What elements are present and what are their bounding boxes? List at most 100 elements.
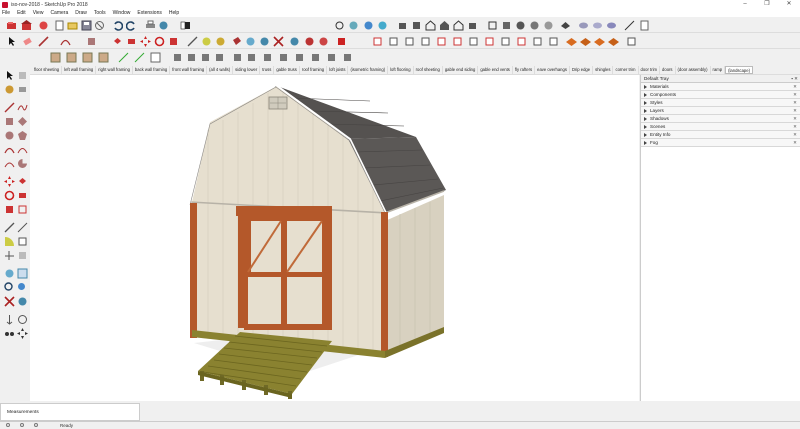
eraser-icon[interactable] xyxy=(22,36,33,47)
layer-icon-1[interactable] xyxy=(50,52,61,63)
zoom-extents-nav-icon[interactable] xyxy=(4,296,15,307)
arc-icon[interactable] xyxy=(60,36,71,47)
rotate-tool-icon[interactable] xyxy=(4,190,15,201)
menu-edit[interactable]: Edit xyxy=(17,10,26,16)
help-icon[interactable] xyxy=(34,423,38,427)
menu-camera[interactable]: Camera xyxy=(50,10,68,16)
view-icon-10[interactable] xyxy=(516,36,527,47)
close-icon[interactable]: ✕ xyxy=(793,115,797,123)
layer-icon-3[interactable] xyxy=(82,52,93,63)
model-info-icon[interactable] xyxy=(158,20,169,31)
arc-tool-icon[interactable] xyxy=(4,144,15,155)
open-icon[interactable] xyxy=(6,20,17,31)
menu-extensions[interactable]: Extensions xyxy=(137,10,161,16)
tray-panel-layers[interactable]: Layers ✕ xyxy=(641,107,800,115)
tape-measure-icon[interactable] xyxy=(201,36,212,47)
tray-panel-fog[interactable]: Fog ✕ xyxy=(641,139,800,147)
view-icon-8[interactable] xyxy=(484,36,495,47)
freehand-icon[interactable] xyxy=(17,102,28,113)
solid-icon-2[interactable] xyxy=(186,52,197,63)
warehouse-icon[interactable] xyxy=(21,20,32,31)
tray-panel-styles[interactable]: Styles ✕ xyxy=(641,99,800,107)
menu-help[interactable]: Help xyxy=(169,10,179,16)
view-icon-12[interactable] xyxy=(548,36,559,47)
scene-tab[interactable]: back wall framing xyxy=(133,66,171,74)
open-folder-icon[interactable] xyxy=(67,20,78,31)
two-point-arc-icon[interactable] xyxy=(17,144,28,155)
scene-tab[interactable]: siding lower xyxy=(233,66,261,74)
protractor-icon[interactable] xyxy=(134,52,145,63)
view-icon-7[interactable] xyxy=(468,36,479,47)
solid-icon-8[interactable] xyxy=(278,52,289,63)
sandbox-icon-5[interactable] xyxy=(626,36,637,47)
close-icon[interactable]: ✕ xyxy=(793,83,797,91)
orbit-nav-icon[interactable] xyxy=(4,268,15,279)
solid-icon-1[interactable] xyxy=(172,52,183,63)
menu-draw[interactable]: Draw xyxy=(75,10,87,16)
monochrome-icon[interactable] xyxy=(578,20,589,31)
view-icon-3[interactable] xyxy=(404,36,415,47)
move-icon[interactable] xyxy=(140,36,151,47)
follow-me-tool-icon[interactable] xyxy=(17,190,28,201)
line-tool-icon[interactable] xyxy=(624,20,635,31)
text-label-icon[interactable] xyxy=(17,236,28,247)
view-icon-5[interactable] xyxy=(436,36,447,47)
scene-tab[interactable]: door trim xyxy=(639,66,661,74)
scene-tab[interactable]: shingles xyxy=(593,66,614,74)
view-icon-2[interactable] xyxy=(388,36,399,47)
line-icon[interactable] xyxy=(4,102,15,113)
select-tool-icon[interactable] xyxy=(4,70,15,81)
view-icon-9[interactable] xyxy=(500,36,511,47)
scene-tab[interactable]: eave overhangs xyxy=(535,66,570,74)
rectangle-icon[interactable] xyxy=(86,36,97,47)
axes-tool-icon[interactable] xyxy=(4,250,15,261)
menu-window[interactable]: Window xyxy=(113,10,131,16)
position-camera-nav-icon[interactable] xyxy=(4,314,15,325)
measurements-box[interactable]: Measurements xyxy=(0,403,140,421)
undo-icon[interactable] xyxy=(112,20,123,31)
pie-icon[interactable] xyxy=(17,158,28,169)
xray-icon[interactable] xyxy=(487,20,498,31)
close-icon[interactable]: ✕ xyxy=(793,107,797,115)
circle-icon[interactable] xyxy=(4,130,15,141)
solid-icon-10[interactable] xyxy=(310,52,321,63)
close-icon[interactable]: ✕ xyxy=(793,139,797,147)
solid-icon-6[interactable] xyxy=(246,52,257,63)
scene-tab[interactable]: roof framing xyxy=(300,66,328,74)
scene-tab[interactable]: gable end siding xyxy=(443,66,479,74)
scene-tab[interactable]: doors xyxy=(660,66,676,74)
layer-icon-2[interactable] xyxy=(66,52,77,63)
menu-tools[interactable]: Tools xyxy=(94,10,106,16)
iso-view-icon[interactable] xyxy=(397,20,408,31)
view-icon-6[interactable] xyxy=(452,36,463,47)
zoom-nav-icon[interactable] xyxy=(4,282,15,293)
close-icon[interactable]: ✕ xyxy=(793,99,797,107)
scene-tab[interactable]: left wall framing xyxy=(62,66,97,74)
geo-location-icon[interactable] xyxy=(6,423,10,427)
polygon-icon[interactable] xyxy=(17,130,28,141)
scene-tab[interactable]: loft flooring xyxy=(388,66,414,74)
scene-tab-active[interactable]: (landscape) xyxy=(725,66,753,74)
axes-icon[interactable] xyxy=(150,52,161,63)
display-section-icon[interactable] xyxy=(606,20,617,31)
front-view-icon[interactable] xyxy=(425,20,436,31)
position-camera-icon[interactable] xyxy=(304,36,315,47)
pan-icon[interactable] xyxy=(348,20,359,31)
section-plane-icon[interactable] xyxy=(592,20,603,31)
paint-bucket-icon[interactable] xyxy=(231,36,242,47)
close-button[interactable]: ✕ xyxy=(778,0,800,9)
eraser-tool-icon[interactable] xyxy=(17,84,28,95)
right-view-icon[interactable] xyxy=(439,20,450,31)
rotate-icon[interactable] xyxy=(154,36,165,47)
shaded-textures-icon[interactable] xyxy=(560,20,571,31)
tray-panel-shadows[interactable]: Shadows ✕ xyxy=(641,115,800,123)
component-tool-icon[interactable] xyxy=(17,70,28,81)
solid-icon-5[interactable] xyxy=(232,52,243,63)
zoom-extents-icon[interactable] xyxy=(377,20,388,31)
redo-icon[interactable] xyxy=(126,20,137,31)
walk-icon[interactable] xyxy=(289,36,300,47)
offset-tool-icon[interactable] xyxy=(17,204,28,215)
protractor-tool-icon[interactable] xyxy=(4,236,15,247)
look-around-icon[interactable] xyxy=(318,36,329,47)
paint-tool-icon[interactable] xyxy=(4,84,15,95)
